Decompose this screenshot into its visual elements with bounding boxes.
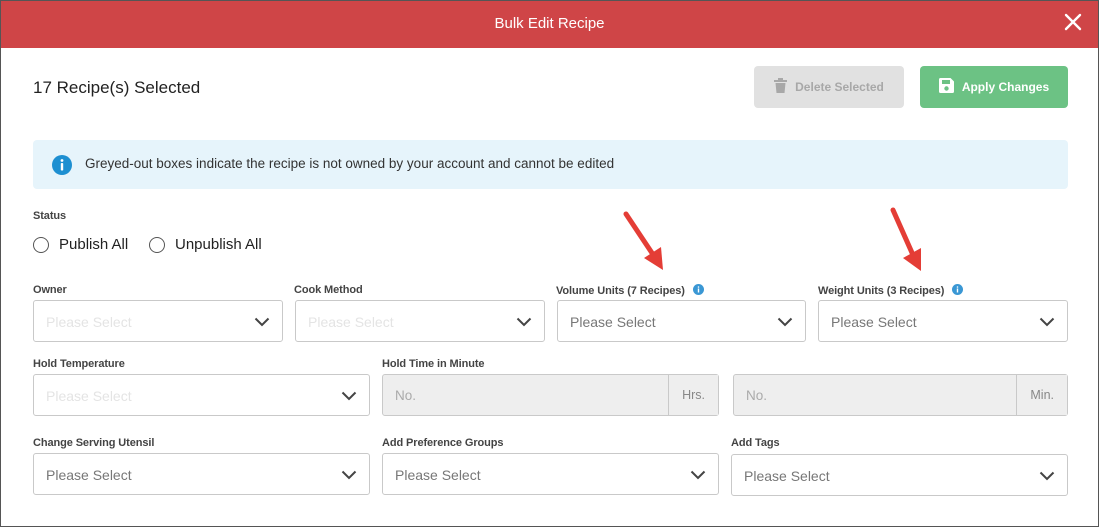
notice-text: Greyed-out boxes indicate the recipe is … <box>85 156 615 171</box>
modal-title: Bulk Edit Recipe <box>494 15 605 32</box>
close-icon[interactable] <box>1062 11 1084 33</box>
hours-placeholder: No. <box>395 388 417 403</box>
cook-method-select[interactable]: Please Select <box>295 300 545 342</box>
delete-selected-button[interactable]: Delete Selected <box>754 66 904 108</box>
unpublish-all-radio[interactable]: Unpublish All <box>149 236 262 253</box>
hold-time-label: Hold Time in Minute <box>382 358 485 370</box>
volume-units-label-text: Volume Units (7 Recipes) <box>556 284 685 297</box>
chevron-down-icon <box>777 314 793 332</box>
minutes-placeholder: No. <box>746 388 768 403</box>
hours-unit: Hrs. <box>668 375 718 415</box>
tags-select[interactable]: Please Select <box>731 454 1068 496</box>
selected-count: 17 Recipe(s) Selected <box>33 78 201 97</box>
chevron-down-icon <box>1039 314 1055 332</box>
hold-temperature-select[interactable]: Please Select <box>33 374 370 416</box>
delete-selected-label: Delete Selected <box>795 80 884 94</box>
weight-units-placeholder: Please Select <box>831 314 917 330</box>
serving-utensil-placeholder: Please Select <box>46 467 132 483</box>
cook-method-label: Cook Method <box>294 284 363 296</box>
info-icon[interactable] <box>952 284 964 298</box>
radio-circle[interactable] <box>149 236 165 253</box>
volume-units-label: Volume Units (7 Recipes) <box>556 284 704 298</box>
chevron-down-icon <box>516 314 532 332</box>
serving-utensil-label: Change Serving Utensil <box>33 437 155 449</box>
weight-units-label-text: Weight Units (3 Recipes) <box>818 284 945 297</box>
save-icon <box>938 78 954 96</box>
preference-groups-label: Add Preference Groups <box>382 437 504 449</box>
annotation-arrow <box>890 207 921 271</box>
volume-units-placeholder: Please Select <box>570 314 656 330</box>
hold-time-minutes-field[interactable]: No. Min. <box>733 374 1068 416</box>
owner-placeholder: Please Select <box>46 314 132 330</box>
ownership-notice: Greyed-out boxes indicate the recipe is … <box>33 140 1068 189</box>
hold-time-hours-field[interactable]: No. Hrs. <box>382 374 719 416</box>
cook-method-placeholder: Please Select <box>308 314 394 330</box>
chevron-down-icon <box>341 467 357 485</box>
chevron-down-icon <box>690 467 706 485</box>
annotation-arrow <box>623 211 663 270</box>
preference-groups-placeholder: Please Select <box>395 467 481 483</box>
status-label: Status <box>33 210 67 222</box>
minutes-unit: Min. <box>1016 375 1067 415</box>
publish-all-radio[interactable]: Publish All <box>33 236 128 253</box>
weight-units-label: Weight Units (3 Recipes) <box>818 284 964 298</box>
trash-icon <box>774 78 788 96</box>
serving-utensil-select[interactable]: Please Select <box>33 453 370 495</box>
hold-temperature-placeholder: Please Select <box>46 388 132 404</box>
apply-changes-label: Apply Changes <box>961 80 1050 94</box>
tags-label: Add Tags <box>731 437 780 449</box>
apply-changes-button[interactable]: Apply Changes <box>920 66 1068 108</box>
info-icon[interactable] <box>692 284 704 298</box>
hold-temperature-label: Hold Temperature <box>33 358 125 370</box>
bulk-edit-modal: Bulk Edit Recipe 17 Recipe(s) Selected D… <box>0 0 1099 527</box>
info-icon <box>52 155 72 180</box>
tags-placeholder: Please Select <box>744 468 830 484</box>
modal-header: Bulk Edit Recipe <box>1 1 1098 48</box>
preference-groups-select[interactable]: Please Select <box>382 453 719 495</box>
owner-label: Owner <box>33 284 67 296</box>
volume-units-select[interactable]: Please Select <box>557 300 806 342</box>
owner-select[interactable]: Please Select <box>33 300 283 342</box>
chevron-down-icon <box>254 314 270 332</box>
unpublish-all-label: Unpublish All <box>175 236 262 253</box>
weight-units-select[interactable]: Please Select <box>818 300 1068 342</box>
chevron-down-icon <box>341 388 357 406</box>
chevron-down-icon <box>1039 468 1055 486</box>
publish-all-label: Publish All <box>59 236 129 253</box>
radio-circle[interactable] <box>33 236 49 253</box>
